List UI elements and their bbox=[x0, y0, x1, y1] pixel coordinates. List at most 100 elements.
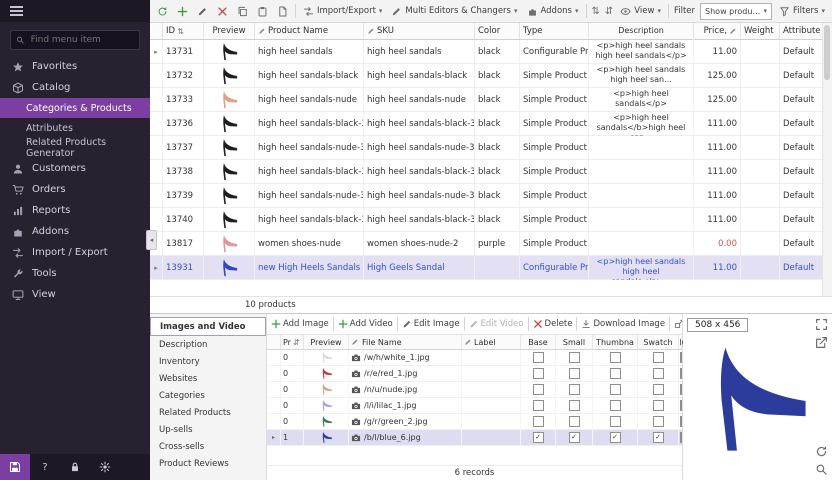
sidebar-item-tools[interactable]: Tools bbox=[0, 263, 150, 284]
settings-button[interactable] bbox=[90, 454, 120, 480]
product-row[interactable]: 13736 high heel sandals-black-36 high he… bbox=[150, 112, 832, 136]
panel-collapse-handle[interactable]: ◂ bbox=[146, 230, 157, 250]
column-header-label[interactable]: Label bbox=[462, 335, 521, 349]
image-row[interactable]: 0 /l/i/lilac_1.jpg bbox=[267, 398, 682, 414]
row-expander[interactable] bbox=[150, 112, 163, 135]
sort-ascending-button[interactable]: ⇅ bbox=[592, 6, 600, 17]
column-header-price[interactable]: Price, bbox=[694, 23, 741, 39]
sidebar-item-reports[interactable]: Reports bbox=[0, 200, 150, 221]
download-image-button[interactable]: Download Image bbox=[581, 319, 665, 329]
product-row[interactable]: 13738 high heel sandals-black-37 high he… bbox=[150, 160, 832, 184]
column-header-thumbnail[interactable]: Thumbna bbox=[593, 335, 638, 349]
column-header-preview[interactable]: Preview bbox=[204, 23, 255, 39]
sidebar-item-catalog[interactable]: Catalog bbox=[0, 77, 150, 98]
product-row[interactable]: ▸ 13931 new High Heels Sandals High Geel… bbox=[150, 256, 832, 280]
lock-button[interactable] bbox=[60, 454, 90, 480]
product-row[interactable]: 13733 high heel sandals-nude high heel s… bbox=[150, 88, 832, 112]
image-row[interactable]: 0 /g/r/green_2.jpg bbox=[267, 414, 682, 430]
product-row[interactable]: 13737 high heel sandals-nude-36 high hee… bbox=[150, 136, 832, 160]
row-expander[interactable] bbox=[150, 88, 163, 111]
swatch-checkbox[interactable] bbox=[653, 368, 664, 379]
exclude-checkbox[interactable] bbox=[680, 416, 682, 427]
small-checkbox[interactable] bbox=[569, 352, 580, 363]
sidebar-search[interactable] bbox=[10, 30, 140, 50]
product-row[interactable]: 13740 high heel sandals-black-38 high he… bbox=[150, 208, 832, 232]
hamburger-menu-icon[interactable] bbox=[10, 10, 23, 12]
detail-tab[interactable]: Up-sells bbox=[150, 421, 266, 438]
row-expander[interactable] bbox=[150, 64, 163, 87]
column-header-color[interactable]: Color bbox=[475, 23, 520, 39]
row-expander[interactable]: ▸ bbox=[150, 40, 163, 63]
sidebar-item-related-products-generator[interactable]: Related Products Generator bbox=[0, 138, 150, 158]
row-expander[interactable] bbox=[150, 184, 163, 207]
row-expander[interactable] bbox=[150, 160, 163, 183]
detail-tab[interactable]: Inventory bbox=[150, 353, 266, 370]
image-row[interactable]: 0 /r/e/red_1.jpg bbox=[267, 366, 682, 382]
column-header-preview[interactable]: Preview bbox=[304, 335, 349, 349]
swatch-checkbox[interactable] bbox=[653, 416, 664, 427]
column-header-file-name[interactable]: File Name bbox=[349, 335, 462, 349]
thumbnail-checkbox[interactable] bbox=[610, 416, 621, 427]
column-header-swatch[interactable]: Swatch bbox=[638, 335, 679, 349]
sidebar-item-attributes[interactable]: Attributes bbox=[0, 118, 150, 138]
thumbnail-checkbox[interactable] bbox=[610, 368, 621, 379]
product-row[interactable]: 13732 high heel sandals-black high heel … bbox=[150, 64, 832, 88]
image-row[interactable]: 0 /n/u/nude.jpg bbox=[267, 382, 682, 398]
sidebar-item-orders[interactable]: Orders bbox=[0, 179, 150, 200]
detail-tab[interactable]: Related Products bbox=[150, 404, 266, 421]
set-resize-rule-button[interactable]: Set Resize Rule ▾ bbox=[674, 319, 682, 329]
preview-image[interactable] bbox=[695, 340, 817, 462]
small-checkbox[interactable] bbox=[569, 384, 580, 395]
base-checkbox[interactable] bbox=[533, 416, 544, 427]
small-checkbox[interactable] bbox=[569, 416, 580, 427]
product-row[interactable]: 13817 women shoes-nude women shoes-nude-… bbox=[150, 232, 832, 256]
addons-menu[interactable]: Addons ▾ bbox=[525, 4, 581, 19]
add-product-button[interactable] bbox=[175, 4, 190, 19]
thumbnail-checkbox[interactable] bbox=[610, 400, 621, 411]
sidebar-item-addons[interactable]: Addons bbox=[0, 221, 150, 242]
sort-descending-button[interactable]: ⇵ bbox=[605, 6, 613, 17]
zoom-button[interactable] bbox=[815, 463, 828, 476]
image-row[interactable]: ▸ 1 /b/l/blue_6.jpg ✓ ✓ ✓ ✓ bbox=[267, 430, 682, 446]
sidebar-item-customers[interactable]: Customers bbox=[0, 158, 150, 179]
base-checkbox[interactable] bbox=[533, 352, 544, 363]
edit-product-button[interactable] bbox=[195, 4, 210, 19]
edit-image-button[interactable]: Edit Image bbox=[402, 319, 460, 329]
fullscreen-button[interactable] bbox=[815, 318, 828, 331]
product-row[interactable]: 13739 high heel sandals-nude-37 high hee… bbox=[150, 184, 832, 208]
view-menu[interactable]: View ▾ bbox=[618, 4, 663, 19]
help-button[interactable]: ? bbox=[30, 454, 60, 480]
row-expander[interactable] bbox=[150, 136, 163, 159]
multi-editors-menu[interactable]: Multi Editors & Changers ▾ bbox=[389, 4, 519, 19]
row-expander[interactable]: ▸ bbox=[150, 256, 163, 279]
column-header-sku[interactable]: SKU bbox=[364, 23, 475, 39]
detail-tab[interactable]: Description bbox=[150, 336, 266, 353]
sidebar-item-favorites[interactable]: Favorites bbox=[0, 56, 150, 77]
swatch-checkbox[interactable]: ✓ bbox=[653, 432, 664, 443]
exclude-checkbox[interactable] bbox=[680, 384, 682, 395]
detail-tab[interactable]: Cross-sells bbox=[150, 438, 266, 455]
delete-image-button[interactable]: Delete bbox=[533, 319, 573, 329]
category-filter-select[interactable]: Show products from selected categories ▾ bbox=[700, 3, 772, 20]
copy-button[interactable] bbox=[235, 4, 250, 19]
detail-tab[interactable]: Websites bbox=[150, 370, 266, 387]
import-export-menu[interactable]: Import/Export ▾ bbox=[301, 4, 384, 19]
column-header-product-name[interactable]: Product Name bbox=[255, 23, 364, 39]
column-header-description[interactable]: Description bbox=[589, 23, 694, 39]
swatch-checkbox[interactable] bbox=[653, 384, 664, 395]
base-checkbox[interactable]: ✓ bbox=[533, 432, 544, 443]
refresh-button[interactable] bbox=[155, 4, 170, 19]
small-checkbox[interactable] bbox=[569, 368, 580, 379]
exclude-checkbox[interactable] bbox=[680, 400, 682, 411]
vertical-scrollbar[interactable] bbox=[822, 23, 832, 297]
swatch-checkbox[interactable] bbox=[653, 400, 664, 411]
thumbnail-checkbox[interactable] bbox=[610, 384, 621, 395]
add-video-button[interactable]: Add Video bbox=[338, 319, 393, 329]
scrollbar-thumb[interactable] bbox=[824, 25, 830, 80]
column-header-id[interactable]: ID ⇅ bbox=[163, 23, 204, 39]
search-input[interactable] bbox=[29, 34, 134, 46]
detail-tab[interactable]: Categories bbox=[150, 387, 266, 404]
column-header-type[interactable]: Type bbox=[520, 23, 589, 39]
column-header-base[interactable]: Base bbox=[521, 335, 556, 349]
thumbnail-checkbox[interactable] bbox=[610, 352, 621, 363]
